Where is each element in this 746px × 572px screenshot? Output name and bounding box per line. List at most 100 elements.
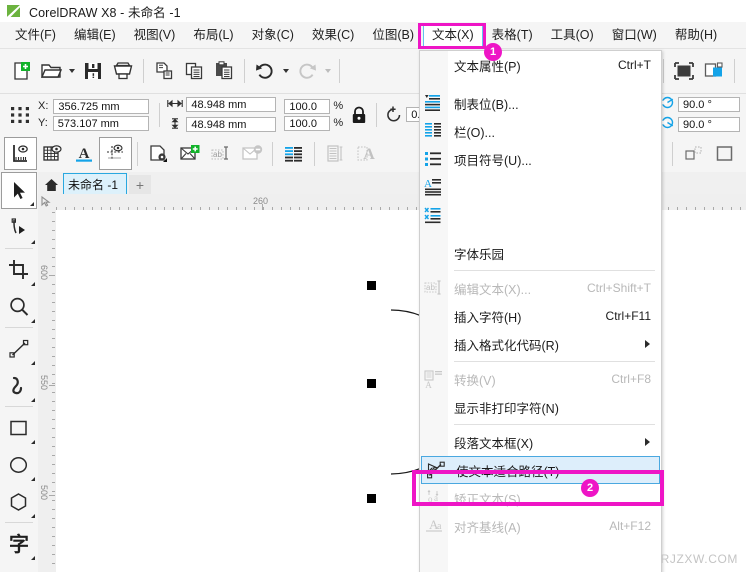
menuitem-fit-text-to-path[interactable]: 使文本适合路径(T) [421,456,660,484]
ruler-minor-tick [52,509,55,510]
menu-item-label: 编辑文本(X)... [454,279,531,298]
cut-icon[interactable] [149,56,179,86]
start-angle-field[interactable]: 90.0 ° [678,97,740,112]
menuitem-text-properties[interactable]: 文本属性(P)Ctrl+T [420,51,661,79]
undo-icon[interactable] [250,56,280,86]
document-tab[interactable]: 未命名 -1 [63,173,127,194]
menu-object[interactable]: 对象(C) [243,23,303,47]
x-label: X: [38,100,48,112]
show-text-icon[interactable]: A [68,138,99,169]
artistic-media-tool[interactable] [1,367,37,404]
add-tab-button[interactable]: + [129,175,151,194]
menuitem-bullets[interactable]: 项目符号(U)... [420,145,661,173]
scale-x-field[interactable]: 100.0 [284,99,330,114]
options-icon[interactable] [699,56,729,86]
propbar-separator [376,103,377,127]
object-height-icon [167,116,183,134]
menu-text[interactable]: 文本(X) [423,23,483,47]
paragraph-format-icon[interactable] [278,138,309,169]
text-format-icon [423,204,445,226]
save-icon[interactable] [78,56,108,86]
menuitem-columns[interactable]: 栏(O)... [420,117,661,145]
text-tool[interactable]: 字 [1,525,37,562]
zoom-tool[interactable] [1,288,37,325]
ruler-minor-tick [52,545,55,546]
ruler-minor-tick [52,536,55,537]
columns-icon [423,120,445,142]
corel-draw-window: CorelDRAW X8 - 未命名 -1 文件(F)编辑(E)视图(V)布局(… [0,0,746,572]
print-icon[interactable] [108,56,138,86]
menu-tools[interactable]: 工具(O) [542,23,603,47]
scale-x-unit: % [333,100,343,112]
show-guidelines-icon[interactable] [99,137,132,170]
x-position-field[interactable]: 356.725 mm [53,99,149,114]
open-document-icon[interactable] [36,56,66,86]
menu-separator [454,270,655,271]
end-angle-field[interactable]: 90.0 ° [678,117,740,132]
show-grid-icon[interactable] [37,138,68,169]
polygon-tool[interactable] [1,483,37,520]
insert-page-icon[interactable] [174,138,205,169]
shape-tool[interactable] [1,209,37,246]
toolbox-separator [5,248,33,249]
object-position-icon[interactable] [6,100,34,130]
page-setup-icon[interactable] [143,138,174,169]
selection-handle[interactable] [367,494,376,503]
menu-edit[interactable]: 编辑(E) [65,23,125,47]
menu-separator [454,424,655,425]
crop-tool[interactable] [1,251,37,288]
menu-item-label: 项目符号(U)... [454,150,532,169]
text-wrap-icon: A [351,138,382,169]
menu-window[interactable]: 窗口(W) [603,23,666,47]
menu-effects[interactable]: 效果(C) [303,23,363,47]
new-document-icon[interactable] [6,56,36,86]
rectangle-tool[interactable] [1,409,37,446]
menu-bar: 文件(F)编辑(E)视图(V)布局(L)对象(C)效果(C)位图(B)文本(X)… [0,22,746,49]
y-position-field[interactable]: 573.107 mm [53,116,149,131]
fullscreen-preview-icon[interactable] [669,56,699,86]
freehand-tool[interactable] [1,330,37,367]
home-icon[interactable] [44,178,59,192]
ruler-minor-tick [52,266,55,267]
vertical-ruler[interactable]: 600550500450 [38,210,57,572]
edit-text-icon: ab [423,277,445,299]
menu-help[interactable]: 帮助(H) [666,23,726,47]
ruler-tick-label: 500 [39,485,49,500]
selection-handle[interactable] [367,281,376,290]
rotation-angle-icon [382,100,406,130]
ellipse-tool[interactable] [1,446,37,483]
ruler-minor-tick [52,356,55,357]
selection-handle[interactable] [367,379,376,388]
menu-view[interactable]: 视图(V) [125,23,185,47]
menuitem-show-nonprinting[interactable]: 显示非打印字符(N) [420,393,661,421]
object-height-field[interactable]: 48.948 mm [186,117,276,132]
y-label: Y: [38,117,48,129]
copy-icon[interactable] [179,56,209,86]
ruler-corner[interactable] [38,194,56,210]
object-width-field[interactable]: 48.948 mm [186,97,276,112]
ruler-minor-tick [52,230,55,231]
align-object-icon[interactable] [678,138,709,169]
show-rulers-icon[interactable] [4,137,37,170]
lock-ratio-icon[interactable] [347,100,371,130]
menuitem-text-format[interactable] [420,201,661,229]
propbar-separator [159,103,160,127]
paste-icon[interactable] [209,56,239,86]
pick-tool[interactable] [1,172,37,209]
tabs-icon [423,92,445,114]
scale-y-field[interactable]: 100.0 [284,116,330,131]
menuitem-tabs[interactable]: 制表位(B)... [420,89,661,117]
menu-file[interactable]: 文件(F) [6,23,65,47]
menu-item-label: 段落文本框(X) [454,433,533,452]
undo-dropdown[interactable] [280,56,292,86]
menuitem-drop-cap[interactable]: A [420,173,661,201]
menuitem-paragraph-text-frame[interactable]: 段落文本框(X) [420,428,661,456]
menuitem-insert-character[interactable]: 插入字符(H)Ctrl+F11 [420,302,661,330]
ruler-minor-tick [52,257,55,258]
menu-layout[interactable]: 布局(L) [184,23,242,47]
menu-bitmap[interactable]: 位图(B) [363,23,423,47]
open-document-dropdown[interactable] [66,56,78,86]
object-manager-icon[interactable] [709,138,740,169]
menuitem-font-playground[interactable]: 字体乐园 [420,239,661,267]
menuitem-insert-formatting-code[interactable]: 插入格式化代码(R) [420,330,661,358]
